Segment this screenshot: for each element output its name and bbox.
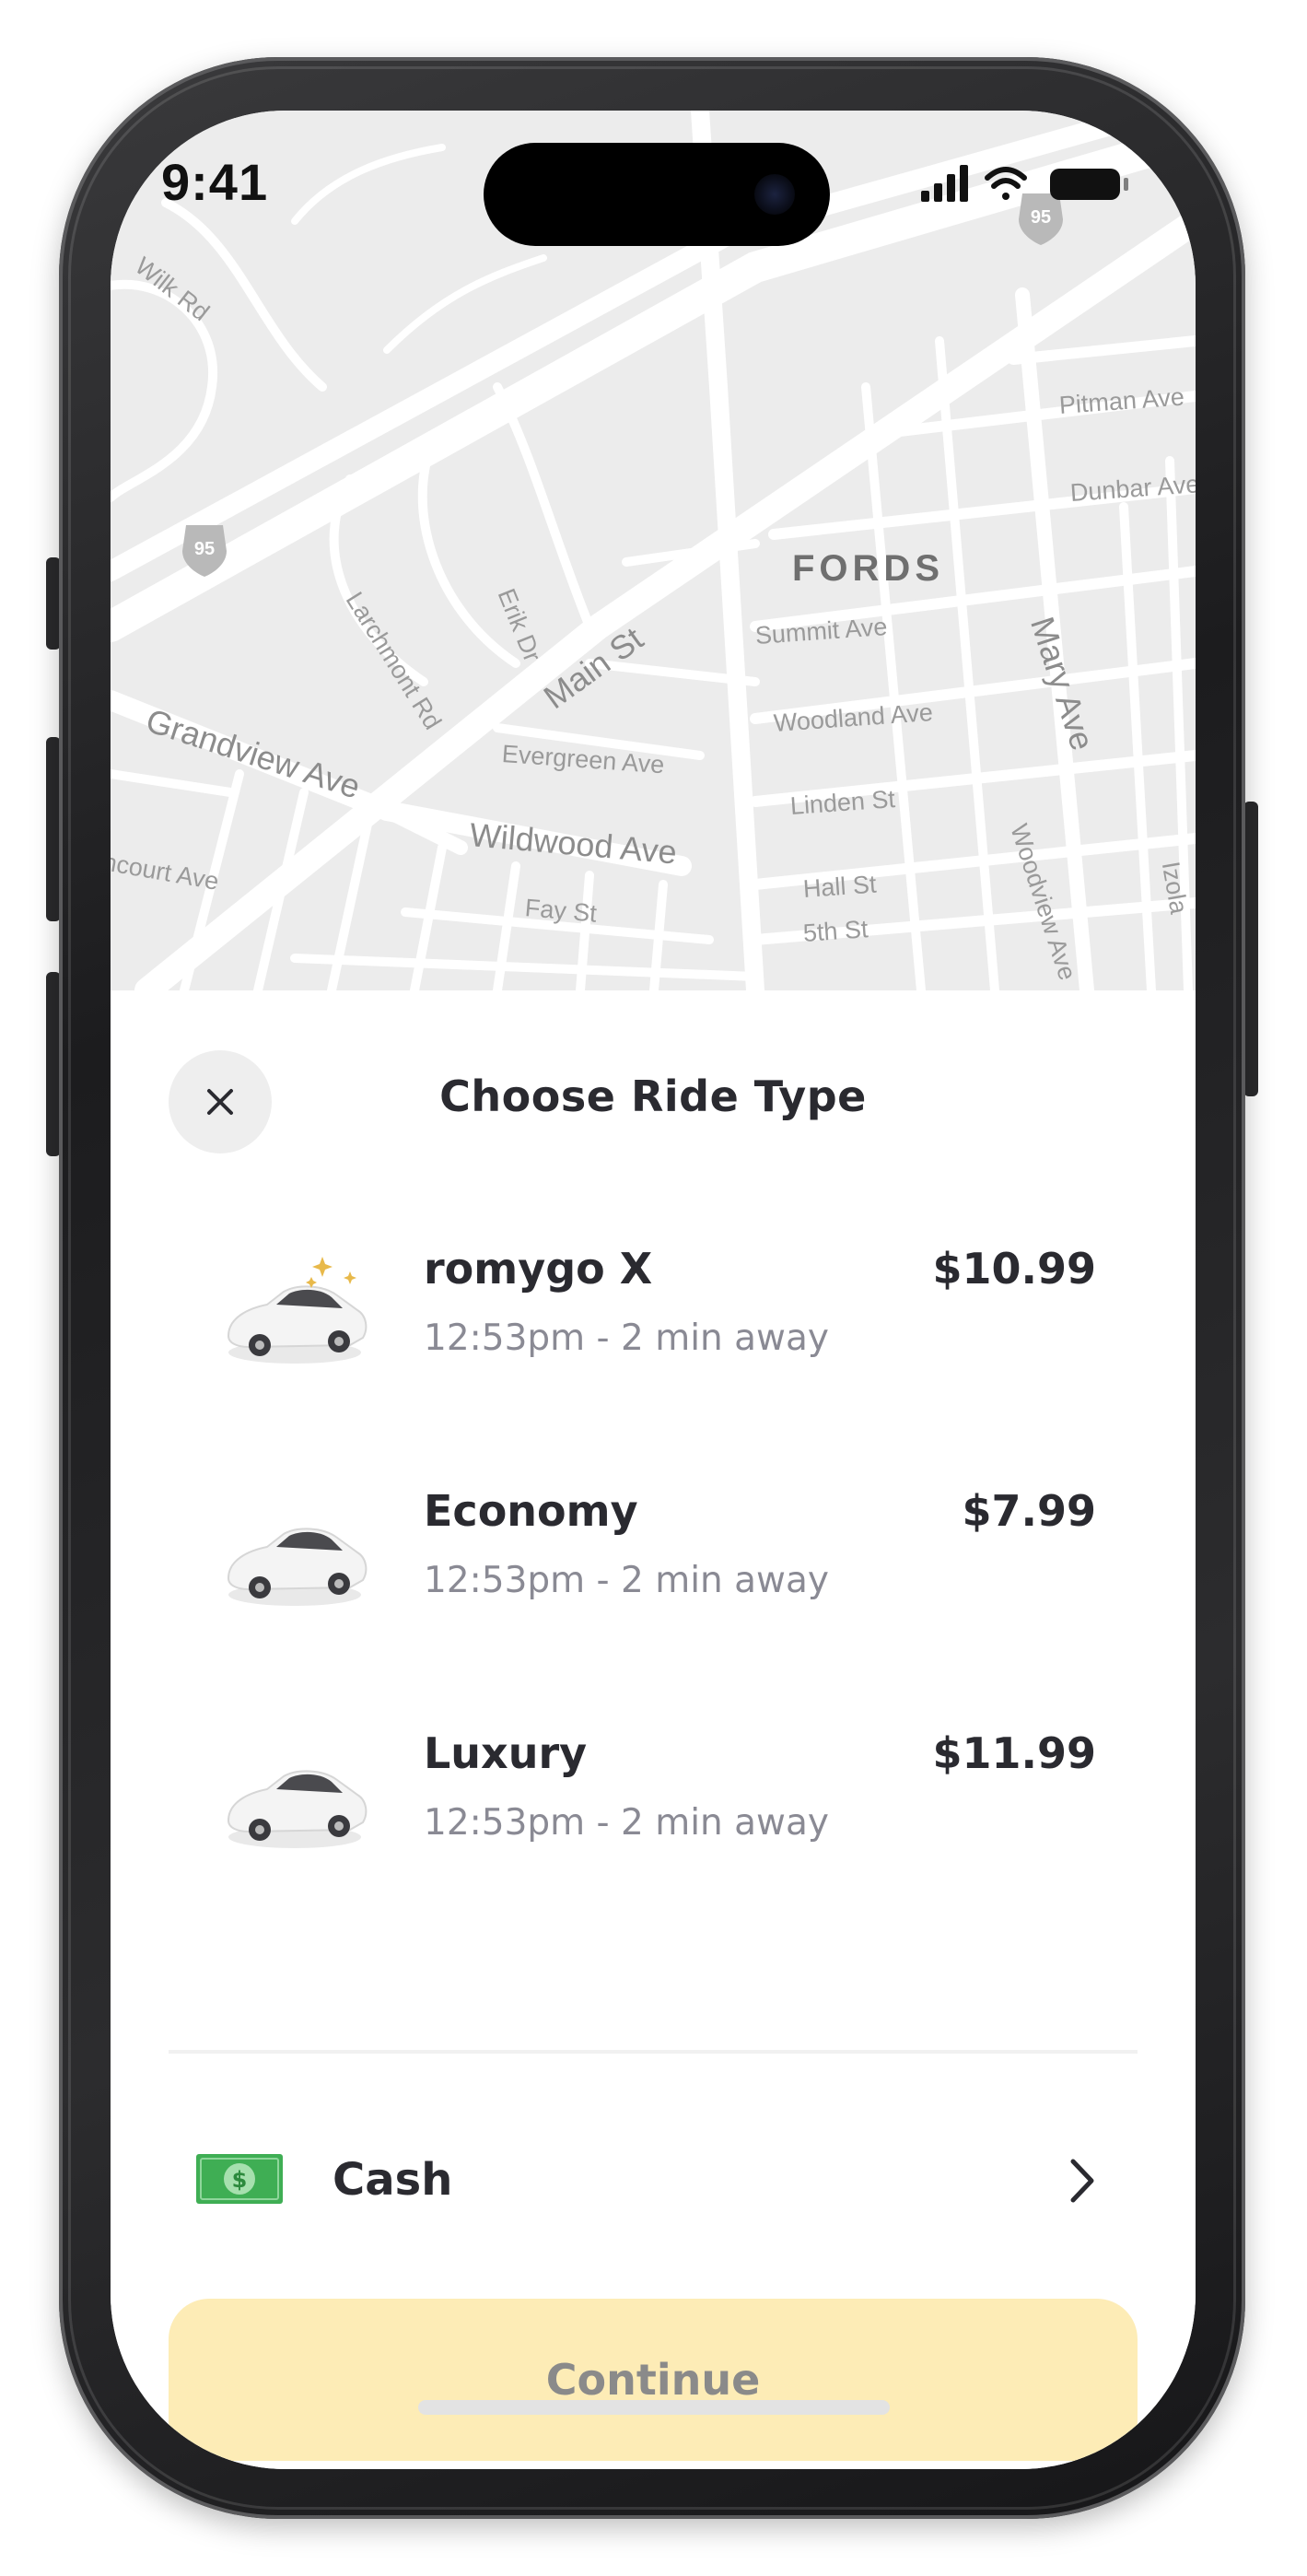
map-label-hall-st: Hall St (801, 870, 878, 903)
car-icon (227, 1528, 368, 1606)
svg-text:$: $ (232, 2167, 248, 2193)
cellular-signal-icon (921, 165, 968, 202)
ride-eta: 12:53pm - 2 min away (424, 1560, 829, 1601)
ride-option-luxury[interactable]: Luxury 12:53pm - 2 min away $11.99 (184, 1701, 1124, 1903)
battery-icon (1050, 169, 1128, 200)
ride-option-romygo-x[interactable]: romygo X 12:53pm - 2 min away $10.99 (184, 1216, 1124, 1419)
status-icons (921, 165, 1128, 202)
status-time: 9:41 (161, 153, 269, 211)
ride-name: Economy (424, 1486, 638, 1536)
ride-price: $11.99 (932, 1728, 1096, 1778)
power-button (1243, 802, 1258, 1096)
sparkle-icon (306, 1257, 356, 1288)
divider (169, 2050, 1138, 2054)
home-indicator (418, 2400, 890, 2415)
car-sparkle-icon (227, 1257, 368, 1364)
front-camera-icon (754, 174, 795, 215)
payment-method-row[interactable]: $ Cash (169, 2128, 1138, 2230)
chevron-right-icon (1070, 2159, 1094, 2203)
map-label-fay-st: Fay St (523, 894, 599, 928)
shield-number-right: 95 (1031, 207, 1051, 228)
ride-name: romygo X (424, 1244, 653, 1294)
map-label-5th-st: 5th St (801, 915, 869, 947)
continue-button[interactable]: Continue (169, 2299, 1138, 2461)
cash-icon: $ (196, 2154, 283, 2204)
ride-name: Luxury (424, 1728, 588, 1778)
sheet-title: Choose Ride Type (439, 1071, 867, 1121)
phone-screen: 95 95 Wilk Rd Pitman Ave Dunbar Ave FORD… (111, 111, 1196, 2469)
car-icon (227, 1770, 368, 1848)
map-label-fords: FORDS (792, 548, 944, 589)
wifi-icon (985, 167, 1027, 200)
ride-price: $7.99 (962, 1486, 1096, 1536)
ride-eta: 12:53pm - 2 min away (424, 1802, 829, 1844)
ride-type-sheet: Choose Ride Type romygo X 12:53pm - 2 mi… (111, 990, 1196, 2469)
shield-number-left: 95 (194, 539, 215, 559)
ride-price: $10.99 (932, 1244, 1096, 1294)
ride-option-economy[interactable]: Economy 12:53pm - 2 min away $7.99 (184, 1458, 1124, 1661)
payment-label: Cash (333, 2154, 453, 2206)
ride-eta: 12:53pm - 2 min away (424, 1317, 829, 1359)
dynamic-island (484, 143, 830, 246)
